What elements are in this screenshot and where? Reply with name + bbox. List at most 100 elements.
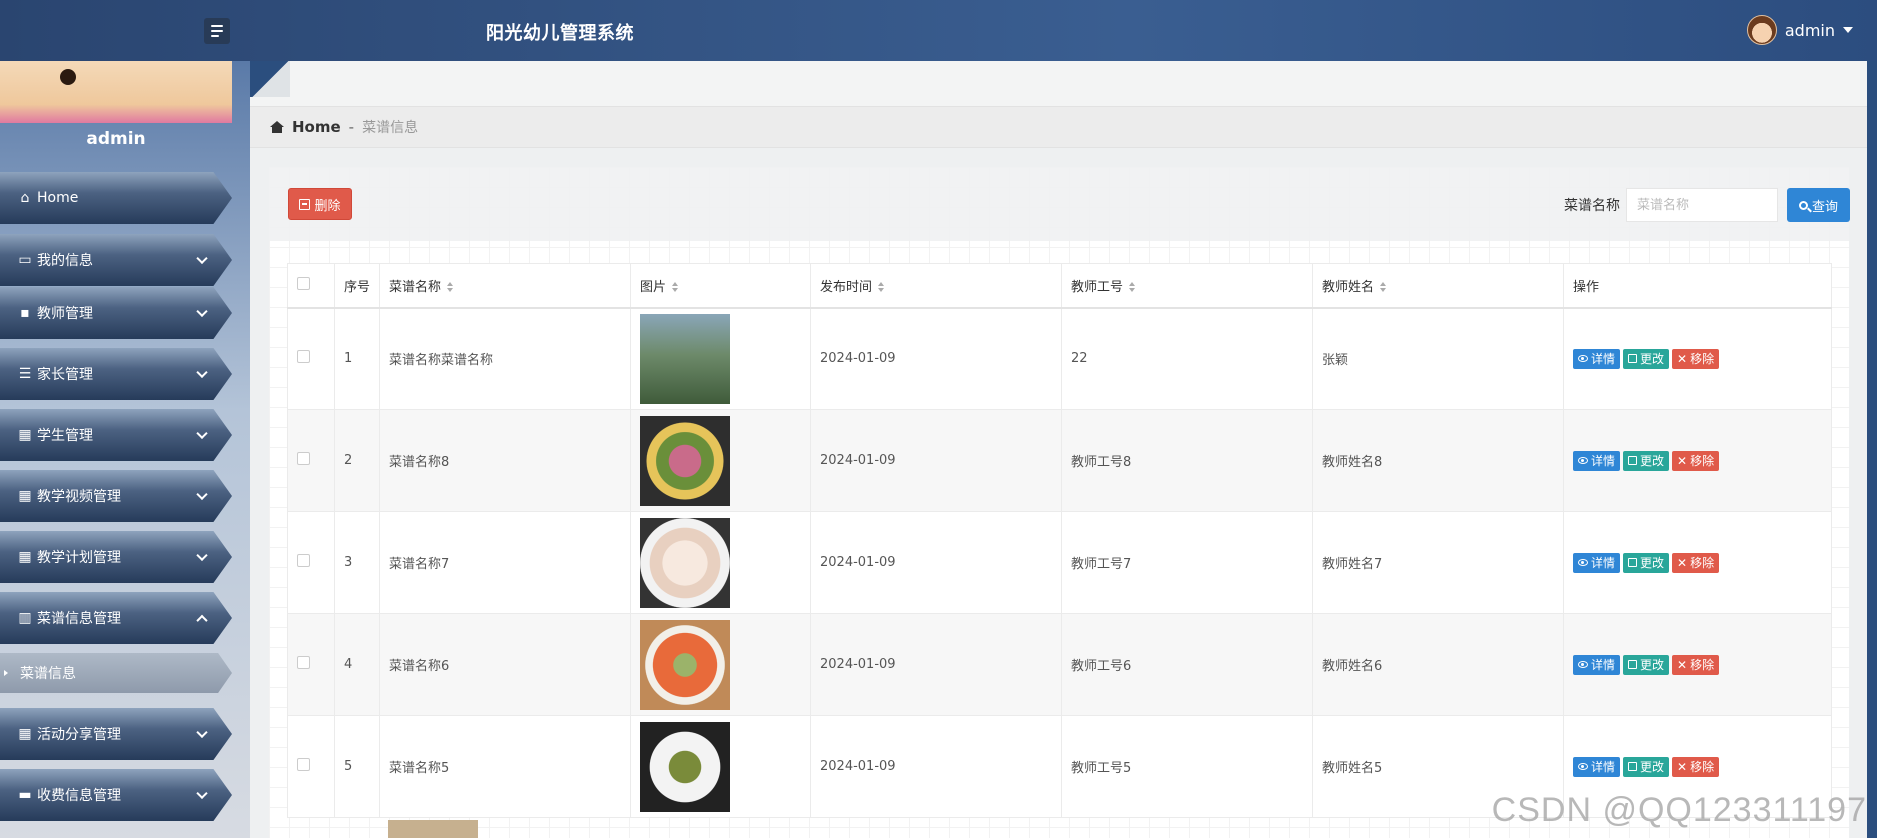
table-row: 2 菜谱名称8 2024-01-09 教师工号8 教师姓名8 详情 更改 ✕ 移除: [287, 409, 1832, 512]
column-header: 序号: [334, 263, 380, 309]
edit-button[interactable]: 更改: [1623, 654, 1670, 675]
remove-button[interactable]: ✕ 移除: [1672, 756, 1720, 777]
column-header: 操作: [1563, 263, 1832, 309]
close-icon: ✕: [1677, 453, 1688, 468]
apps-icon: ▦: [18, 488, 32, 504]
row-select-cell: [287, 613, 335, 716]
edit-button[interactable]: 更改: [1623, 348, 1670, 369]
column-header[interactable]: 菜谱名称: [379, 263, 631, 309]
chat-icon: ▪: [20, 305, 30, 321]
sidebar-item-videos[interactable]: ▦ 教学视频管理: [0, 470, 232, 522]
edit-button[interactable]: 更改: [1623, 450, 1670, 471]
column-header[interactable]: 教师工号: [1061, 263, 1313, 309]
sort-icon[interactable]: [878, 282, 885, 293]
sidebar-item-label: 活动分享管理: [37, 727, 121, 743]
chevron-down-icon: [196, 305, 208, 318]
row-checkbox[interactable]: [297, 554, 310, 567]
table-row: 4 菜谱名称6 2024-01-09 教师工号6 教师姓名6 详情 更改 ✕ 移除: [287, 613, 1832, 716]
sidebar-item-fees[interactable]: ▬ 收费信息管理: [0, 769, 232, 821]
recipe-name: 菜谱名称6: [379, 613, 631, 716]
detail-button[interactable]: 详情: [1573, 450, 1621, 471]
search-button[interactable]: 查询: [1787, 188, 1850, 222]
row-select-cell: [287, 715, 335, 818]
grid-icon: ▦: [18, 726, 32, 742]
column-header[interactable]: 发布时间: [810, 263, 1062, 309]
sidebar-item-recipes[interactable]: ▥ 菜谱信息管理: [0, 592, 232, 644]
recipe-image[interactable]: [640, 517, 730, 608]
profile-name: admin: [86, 129, 146, 149]
recipe-image[interactable]: [640, 415, 730, 506]
sidebar-item-label: 家长管理: [37, 367, 93, 383]
edit-icon: [1628, 762, 1638, 771]
column-header[interactable]: 图片: [630, 263, 811, 309]
sidebar-item-students[interactable]: ▦ 学生管理: [0, 409, 232, 461]
corner-fold: [250, 61, 290, 97]
teacher-name: 教师姓名6: [1312, 613, 1564, 716]
teacher-id: 教师工号6: [1061, 613, 1313, 716]
row-checkbox[interactable]: [297, 452, 310, 465]
user-name: admin: [1784, 20, 1835, 40]
sidebar-item-plans[interactable]: ▦ 教学计划管理: [0, 531, 232, 583]
row-checkbox[interactable]: [297, 656, 310, 669]
select-all-cell: [287, 263, 335, 309]
teacher-id: 教师工号7: [1061, 511, 1313, 614]
row-actions: 详情 更改 ✕ 移除: [1573, 450, 1822, 471]
recipe-name: 菜谱名称5: [379, 715, 631, 818]
app-title: 阳光幼儿管理系统: [486, 23, 634, 44]
sidebar-subitem-recipe-info[interactable]: 菜谱信息: [0, 653, 232, 693]
remove-button[interactable]: ✕ 移除: [1672, 654, 1720, 675]
menu-toggle-icon[interactable]: [204, 18, 230, 44]
sort-icon[interactable]: [1129, 282, 1136, 293]
top-bar: 阳光幼儿管理系统 admin: [0, 0, 1877, 61]
sidebar-item-activities[interactable]: ▦ 活动分享管理: [0, 708, 232, 760]
row-checkbox[interactable]: [297, 758, 310, 771]
select-all-checkbox[interactable]: [297, 276, 310, 290]
delete-button[interactable]: 删除: [288, 188, 352, 220]
recipe-image[interactable]: [640, 619, 730, 710]
row-actions: 详情 更改 ✕ 移除: [1573, 552, 1822, 573]
sidebar-item-label: 收费信息管理: [37, 788, 121, 804]
sidebar-item-parents[interactable]: ☰ 家长管理: [0, 348, 232, 400]
toolbar: 删除 菜谱名称 查询: [269, 167, 1850, 241]
detail-button[interactable]: 详情: [1573, 654, 1621, 675]
teacher-id: 教师工号8: [1061, 409, 1313, 512]
grid-icon: ▦: [18, 427, 32, 443]
sidebar-item-home[interactable]: ⌂ Home: [0, 172, 232, 224]
remove-button[interactable]: ✕ 移除: [1672, 552, 1720, 573]
user-menu[interactable]: admin: [1746, 15, 1853, 45]
sort-icon[interactable]: [672, 282, 679, 293]
remove-button[interactable]: ✕ 移除: [1672, 450, 1720, 471]
row-checkbox[interactable]: [297, 350, 310, 364]
recipe-image[interactable]: [640, 313, 730, 404]
close-icon: ✕: [1677, 351, 1688, 366]
row-index: 4: [334, 613, 380, 716]
breadcrumb-home[interactable]: Home: [292, 118, 341, 136]
sort-icon[interactable]: [447, 282, 454, 293]
teacher-id: 教师工号5: [1061, 715, 1313, 818]
search-input[interactable]: [1626, 188, 1778, 222]
recipe-table: 序号 菜谱名称 图片 发布时间 教师工号 教师姓名 操作 1 菜谱名称菜谱名称 …: [287, 263, 1832, 818]
sidebar-item-my-info[interactable]: ▭ 我的信息: [0, 234, 232, 286]
chevron-down-icon: [196, 252, 208, 265]
recipe-image[interactable]: [640, 721, 730, 812]
detail-button[interactable]: 详情: [1573, 756, 1621, 777]
recipe-image-cell: [630, 715, 811, 818]
detail-button[interactable]: 详情: [1573, 552, 1621, 573]
column-header[interactable]: 教师姓名: [1312, 263, 1564, 309]
edit-icon: [1628, 558, 1638, 567]
row-index: 3: [334, 511, 380, 614]
teacher-name: 张颖: [1312, 307, 1564, 410]
eye-icon: [1578, 355, 1588, 363]
edit-button[interactable]: 更改: [1623, 552, 1670, 573]
edit-button[interactable]: 更改: [1623, 756, 1670, 777]
search-icon: [1798, 200, 1808, 210]
sidebar-item-teachers[interactable]: ▪ 教师管理: [0, 287, 232, 339]
remove-button[interactable]: ✕ 移除: [1672, 348, 1720, 369]
table-row: 1 菜谱名称菜谱名称 2024-01-09 22 张颖 详情 更改 ✕ 移除: [287, 307, 1832, 410]
sort-icon[interactable]: [1380, 282, 1387, 293]
actions-cell: 详情 更改 ✕ 移除: [1563, 409, 1832, 512]
detail-button[interactable]: 详情: [1573, 348, 1621, 369]
eye-icon: [1578, 457, 1588, 464]
recipe-name: 菜谱名称菜谱名称: [379, 307, 631, 410]
close-icon: ✕: [1677, 555, 1688, 570]
